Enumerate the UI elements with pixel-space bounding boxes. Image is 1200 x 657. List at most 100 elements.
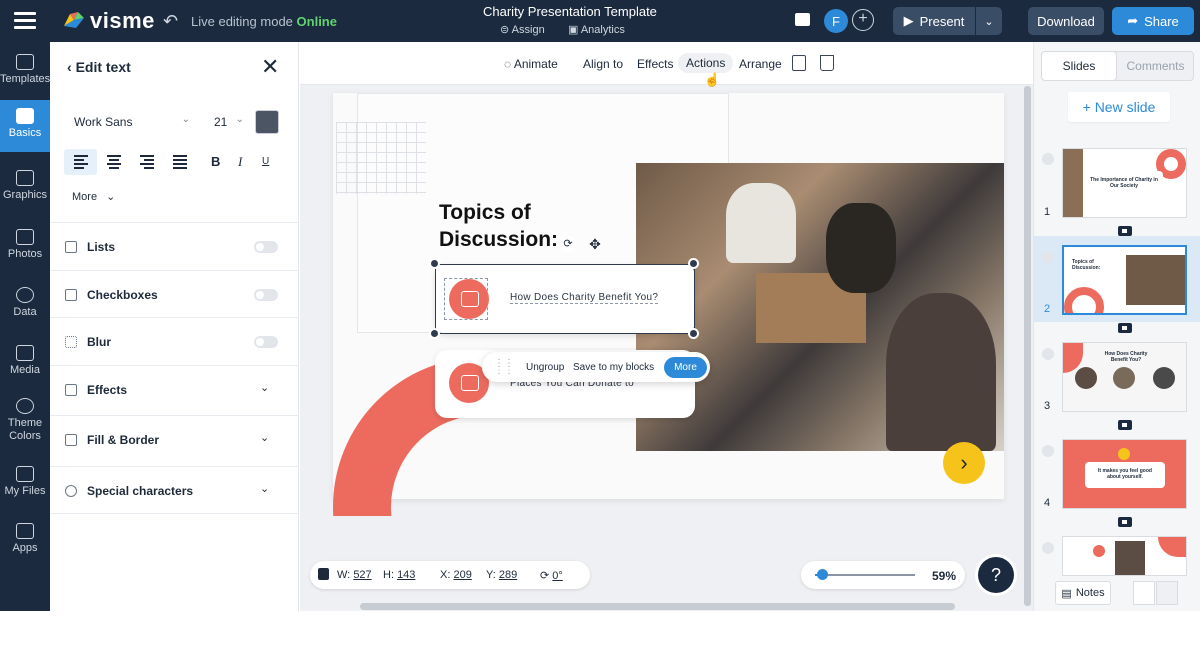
transition-icon[interactable] [1118,517,1132,527]
italic-button[interactable]: I [238,154,242,170]
tab-slides[interactable]: Slides [1041,51,1117,81]
drag-handle-icon[interactable]: ⋮⋮ ⋮⋮ [494,359,514,376]
transition-icon[interactable] [1118,420,1132,430]
slide-thumbnail-2[interactable]: Topics of Discussion: [1062,245,1187,315]
rail-apps[interactable]: Apps [0,523,50,557]
present-dropdown-chevron-icon[interactable]: ⌄ [976,7,1002,35]
visibility-icon[interactable] [1042,251,1054,263]
more-options-button[interactable]: More ⌄ [72,190,115,203]
vertical-scrollbar[interactable] [1024,86,1031,606]
move-icon[interactable]: ✥ [586,235,604,253]
analytics-button[interactable]: ▣ Analytics [568,23,625,36]
undo-icon[interactable]: ↶ [163,11,178,32]
rail-basics[interactable]: Basics [0,100,50,152]
x-field[interactable]: X: 209 [440,569,472,581]
duplicate-icon[interactable] [792,55,806,71]
arrange-button[interactable]: Arrange [739,57,782,71]
trash-icon[interactable] [820,55,834,71]
rail-media[interactable]: Media [0,345,50,379]
alignment-group [64,149,196,175]
zoom-slider[interactable] [815,574,915,576]
align-right-button[interactable] [130,149,163,175]
document-title[interactable]: Charity Presentation Template [483,4,657,19]
rail-theme-colors[interactable]: Theme Colors [0,398,50,444]
align-justify-button[interactable] [163,149,196,175]
horizontal-scrollbar[interactable] [360,603,955,610]
user-avatar[interactable]: F [824,9,848,33]
rail-data[interactable]: Data [0,287,50,321]
animate-button[interactable]: ◌ Animate [504,57,558,71]
slide-thumbnail-4[interactable]: It makes you feel good about yourself. [1062,439,1187,509]
animate-label: Animate [513,57,558,71]
transition-icon[interactable] [1118,226,1132,236]
save-to-blocks-button[interactable]: Save to my blocks [573,362,654,373]
width-field[interactable]: W: 527 [337,569,372,581]
slide-thumbnail-3[interactable]: How Does Charity Benefit You? [1062,342,1187,412]
notes-button[interactable]: ▤ Notes [1055,581,1111,605]
rotation-field[interactable]: ⟳ 0° [540,569,563,582]
visme-logo[interactable]: visme [62,8,155,34]
present-button[interactable]: ▶ Present [893,7,975,35]
lock-icon[interactable] [318,568,329,580]
resize-handle-tl[interactable] [429,258,440,269]
bold-button[interactable]: B [211,154,220,169]
effects-button[interactable]: Effects [637,57,673,71]
lists-toggle[interactable] [254,241,278,253]
rotate-icon[interactable]: ⟳ [560,236,576,252]
height-value: 143 [397,569,416,581]
rail-my-files[interactable]: My Files [0,466,50,500]
rail-graphics[interactable]: Graphics [0,170,50,204]
slide-title[interactable]: Topics of Discussion: [439,199,579,253]
height-field[interactable]: H: 143 [383,569,415,581]
help-button[interactable]: ? [978,557,1014,593]
section-effects[interactable]: Effects ⌄ [50,365,299,413]
checkboxes-toggle[interactable] [254,289,278,301]
section-fill-border[interactable]: Fill & Border ⌄ [50,415,299,463]
resize-handle-bl[interactable] [429,328,440,339]
slide-thumbnail-5[interactable] [1062,536,1187,576]
apps-grid-icon [16,523,34,539]
tab-comments[interactable]: Comments [1118,51,1193,81]
ungroup-button[interactable]: Ungroup [526,362,564,373]
context-more-button[interactable]: More [664,357,707,378]
close-icon[interactable]: ✕ [261,54,279,80]
next-arrow-button[interactable]: › [943,442,985,484]
visibility-icon[interactable] [1042,348,1054,360]
download-button[interactable]: Download [1028,7,1104,35]
blur-toggle[interactable] [254,336,278,348]
text-color-swatch[interactable] [255,110,279,134]
section-blur[interactable]: Blur [50,317,299,365]
resize-handle-br[interactable] [688,328,699,339]
slide-thumbnail-1[interactable]: The Importance of Charity in Our Society [1062,148,1187,218]
actions-button[interactable]: Actions [678,53,734,73]
underline-button[interactable]: U [262,156,269,167]
align-center-button[interactable] [97,149,130,175]
rail-templates[interactable]: Templates [0,54,50,88]
list-view-button[interactable] [1156,581,1178,605]
section-lists[interactable]: Lists [50,222,299,270]
menu-icon[interactable] [14,12,36,30]
media-icon [16,345,34,361]
font-size-select[interactable]: 21 ⌄ [202,110,246,134]
chat-icon[interactable] [795,13,810,26]
align-left-button[interactable] [64,149,97,175]
rail-photos[interactable]: Photos [0,229,50,263]
share-button[interactable]: ➦ Share [1112,7,1194,35]
zoom-slider-handle[interactable] [817,569,828,580]
add-collaborator-icon[interactable]: + [852,9,874,31]
section-special-characters[interactable]: Special characters ⌄ [50,466,299,514]
visibility-icon[interactable] [1042,445,1054,457]
resize-handle-tr[interactable] [688,258,699,269]
align-to-button[interactable]: Align to [583,57,623,71]
section-checkboxes[interactable]: Checkboxes [50,270,299,318]
grid-view-button[interactable] [1133,581,1155,605]
visibility-icon[interactable] [1042,542,1054,554]
y-field[interactable]: Y: 289 [486,569,517,581]
assign-button[interactable]: ⊜ Assign [500,23,545,36]
section-label: Checkboxes [87,288,158,302]
new-slide-button[interactable]: + New slide [1068,92,1170,122]
font-family-select[interactable]: Work Sans ⌄ [64,110,196,134]
panel-title[interactable]: ‹ Edit text [67,59,131,75]
visibility-icon[interactable] [1042,153,1054,165]
transition-icon[interactable] [1118,323,1132,333]
